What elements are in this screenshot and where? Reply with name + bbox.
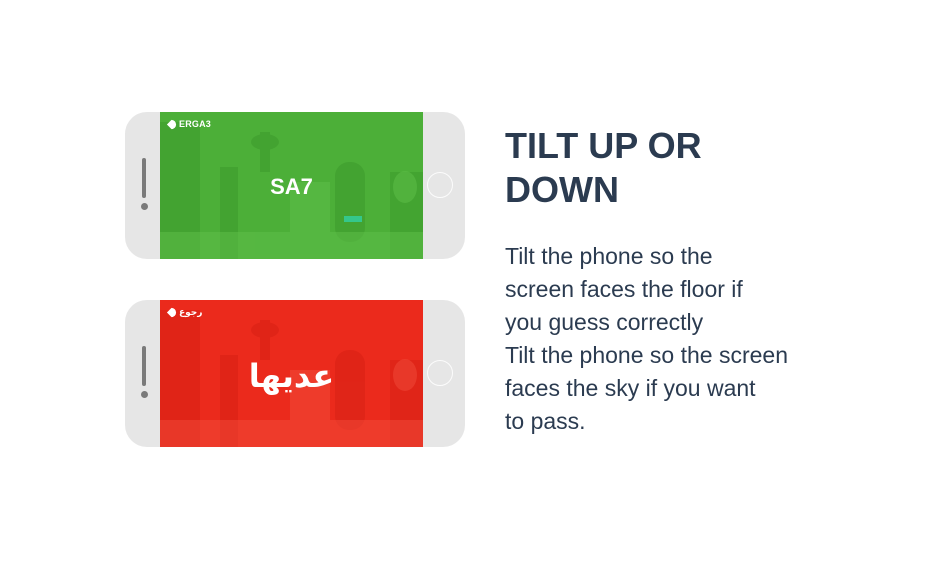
- phone-speaker: [142, 158, 146, 198]
- phone-screen-correct: ERGA3 SA7: [160, 112, 423, 259]
- phone-camera: [141, 391, 148, 398]
- instruction-description: Tilt the phone so the screen faces the f…: [505, 240, 865, 438]
- phone-correct-illustration: ERGA3 SA7: [125, 112, 465, 259]
- instruction-title: TILT UP OR DOWN: [505, 124, 905, 212]
- description-line: Tilt the phone so the: [505, 243, 713, 269]
- description-line: screen faces the floor if: [505, 276, 743, 302]
- title-line-1: TILT UP OR: [505, 125, 702, 166]
- current-word: SA7: [270, 173, 313, 199]
- phone-camera: [141, 203, 148, 210]
- current-word: عديها: [248, 357, 335, 394]
- description-line: to pass.: [505, 408, 586, 434]
- phone-pass-illustration: رجوع عديها: [125, 300, 465, 447]
- description-line: you guess correctly: [505, 309, 704, 335]
- description-line: Tilt the phone so the screen: [505, 342, 788, 368]
- title-line-2: DOWN: [505, 169, 619, 210]
- home-button-icon: [427, 360, 453, 386]
- phone-speaker: [142, 346, 146, 386]
- description-line: faces the sky if you want: [505, 375, 756, 401]
- phone-screen-pass: رجوع عديها: [160, 300, 423, 447]
- home-button-icon: [427, 172, 453, 198]
